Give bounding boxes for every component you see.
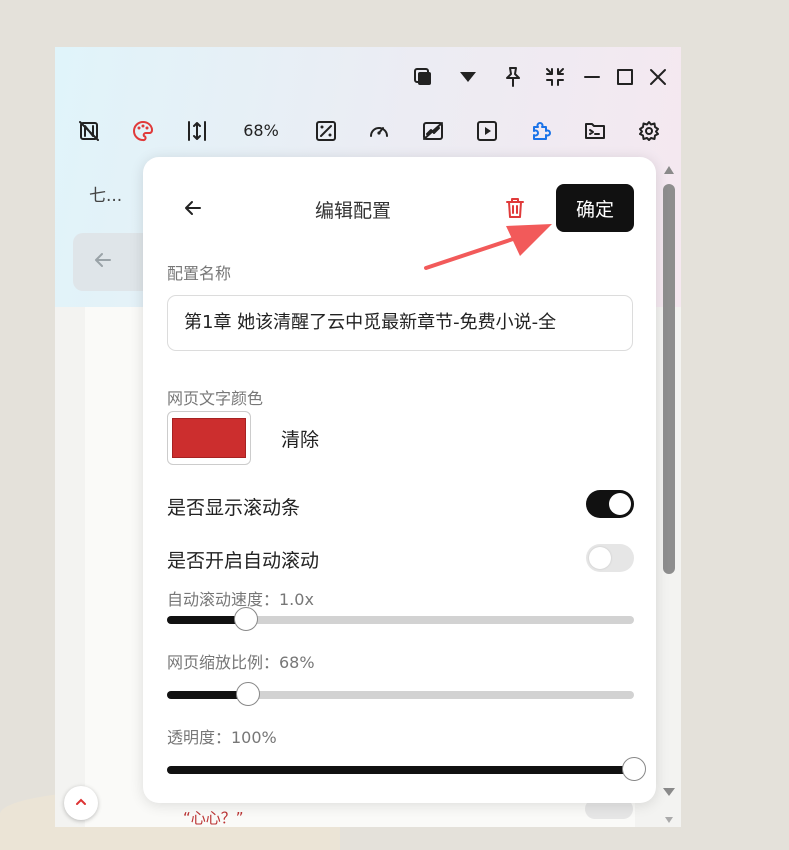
annotation-arrow <box>424 224 552 270</box>
color-swatch <box>172 418 246 458</box>
app-window: 68% 七... “心心？” 编辑配置 确定 配置名称 第1章 她该清醒了云中觅… <box>55 47 681 827</box>
slider-thumb[interactable] <box>234 607 259 631</box>
auto-scroll-toggle[interactable] <box>586 544 634 572</box>
page-text: “心心？” <box>183 809 244 827</box>
play-icon[interactable] <box>473 117 501 145</box>
panel-title: 编辑配置 <box>314 200 391 222</box>
scroll-top-button[interactable] <box>64 786 98 820</box>
auto-scroll-label: 是否开启自动滚动 <box>167 550 320 572</box>
palette-icon[interactable] <box>129 117 157 145</box>
opacity-label: 透明度：100% <box>167 728 277 747</box>
scroll-up-arrow-icon <box>664 166 674 174</box>
scroll-speed-slider[interactable] <box>167 607 634 631</box>
maximize-icon[interactable] <box>611 63 639 91</box>
browser-tab[interactable]: 七... <box>89 181 122 206</box>
text-color-label: 网页文字颜色 <box>167 389 264 408</box>
show-scrollbar-label: 是否显示滚动条 <box>167 497 301 519</box>
minimize-icon[interactable] <box>578 63 606 91</box>
speedometer-icon[interactable] <box>365 117 393 145</box>
terminal-icon[interactable] <box>581 117 609 145</box>
page-zoom-label: 网页缩放比例：68% <box>167 653 315 672</box>
scroll-speed-label: 自动滚动速度：1.0x <box>167 590 314 609</box>
toolbar: 68% <box>55 109 681 153</box>
back-arrow-icon[interactable] <box>179 194 207 222</box>
close-icon[interactable] <box>644 63 672 91</box>
page-zoom-slider[interactable] <box>167 682 634 706</box>
config-name-label: 配置名称 <box>167 264 232 283</box>
scrollbar-thumb <box>663 184 675 574</box>
title-bar <box>55 47 681 105</box>
arrow-left-icon <box>93 250 113 274</box>
show-scrollbar-toggle[interactable] <box>586 490 634 518</box>
panel-scrollbar[interactable] <box>660 160 678 827</box>
gear-icon[interactable] <box>635 117 663 145</box>
clear-color-button[interactable]: 清除 <box>281 425 319 452</box>
edit-config-panel: 编辑配置 确定 配置名称 第1章 她该清醒了云中觅最新章节-免费小说-全 网页文… <box>143 157 656 803</box>
pin-icon[interactable] <box>499 63 527 91</box>
vertical-resize-icon[interactable] <box>183 117 211 145</box>
slider-thumb[interactable] <box>622 757 646 781</box>
scroll-down-arrow-icon <box>663 788 675 796</box>
config-name-input[interactable]: 第1章 她该清醒了云中觅最新章节-免费小说-全 <box>167 295 633 351</box>
chart-off-icon[interactable] <box>419 117 447 145</box>
caret-down-icon[interactable] <box>454 63 482 91</box>
opacity-slider[interactable] <box>167 757 646 781</box>
puzzle-icon[interactable] <box>527 117 555 145</box>
text-color-picker[interactable] <box>167 411 251 465</box>
toolbar-zoom-value[interactable]: 68% <box>241 121 281 140</box>
no-style-icon[interactable] <box>75 117 103 145</box>
confirm-button[interactable]: 确定 <box>556 184 634 232</box>
panel-header: 编辑配置 确定 <box>143 184 656 232</box>
percent-icon[interactable] <box>312 117 340 145</box>
shrink-icon[interactable] <box>541 63 569 91</box>
slider-thumb[interactable] <box>235 682 260 706</box>
copy-window-icon[interactable] <box>409 63 437 91</box>
browser-back-button[interactable] <box>73 233 153 291</box>
chevron-up-icon <box>74 794 88 813</box>
